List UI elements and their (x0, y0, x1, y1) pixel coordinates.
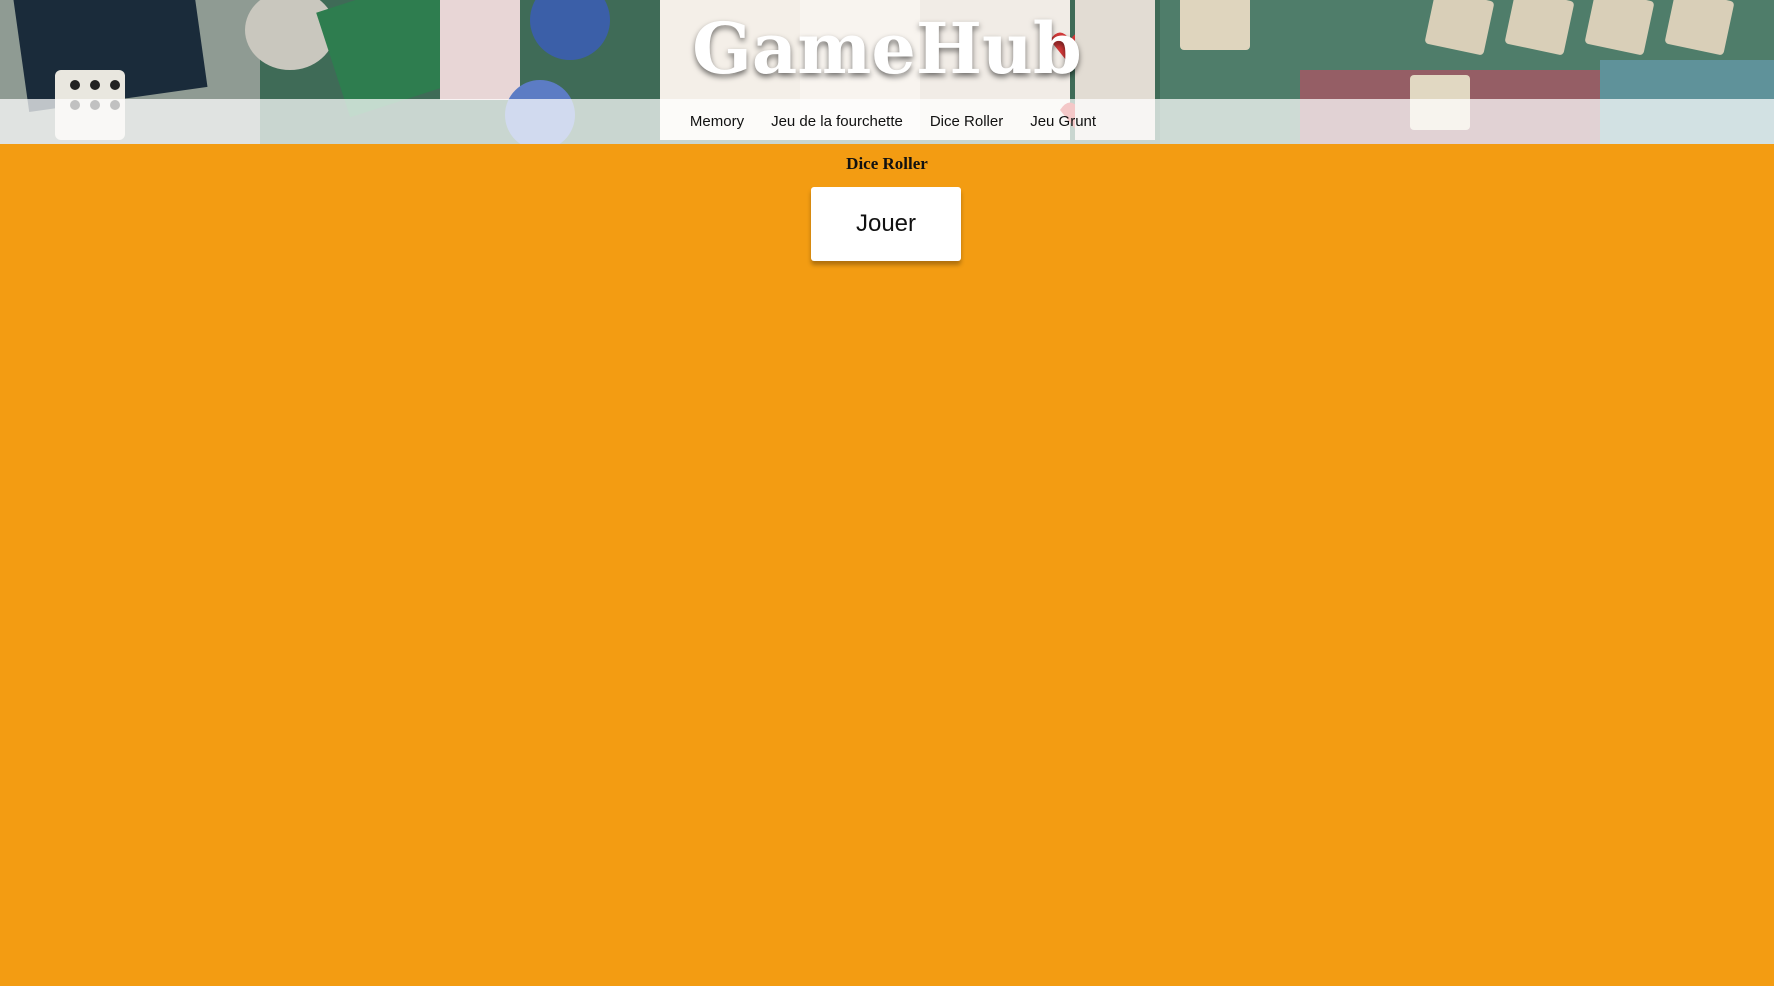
nav-item-jeu-de-la-fourchette[interactable]: Jeu de la fourchette (771, 113, 903, 130)
main-nav: Memory Jeu de la fourchette Dice Roller … (0, 99, 1774, 144)
nav-item-jeu-grunt[interactable]: Jeu Grunt (1030, 113, 1096, 130)
site-title: GameHub (692, 7, 1082, 90)
page-title: Dice Roller (846, 154, 928, 173)
site-header: GameHub Memory Jeu de la fourchette Dice… (0, 0, 1774, 144)
nav-item-memory[interactable]: Memory (690, 113, 744, 130)
nav-item-dice-roller[interactable]: Dice Roller (930, 113, 1003, 130)
play-button[interactable]: Jouer (811, 187, 961, 261)
page: GameHub Memory Jeu de la fourchette Dice… (0, 0, 1774, 986)
